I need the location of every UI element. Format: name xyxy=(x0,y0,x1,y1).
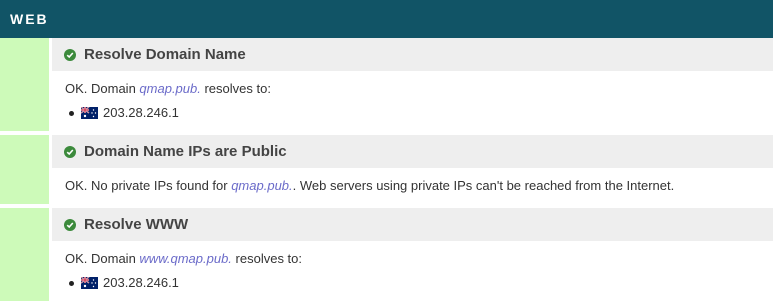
message-prefix: OK. Domain xyxy=(65,81,140,96)
check-content: Resolve WWW OK. Domain www.qmap.pub. res… xyxy=(52,208,773,301)
check-title: Resolve Domain Name xyxy=(84,46,246,63)
ip-list: 203.28.246.1 xyxy=(65,273,761,293)
au-flag-icon xyxy=(81,277,98,289)
check-title-bar[interactable]: Resolve Domain Name xyxy=(52,38,773,71)
check-circle-icon xyxy=(64,48,76,61)
ip-list-item: 203.28.246.1 xyxy=(69,103,761,123)
ip-address: 203.28.246.1 xyxy=(103,275,179,290)
status-bar xyxy=(0,135,49,204)
check-content: Resolve Domain Name OK. Domain qmap.pub.… xyxy=(52,38,773,131)
check-title: Domain Name IPs are Public xyxy=(84,143,287,160)
ip-address: 203.28.246.1 xyxy=(103,105,179,120)
check-circle-icon xyxy=(64,145,76,158)
status-bar xyxy=(0,38,49,131)
check-title-bar[interactable]: Domain Name IPs are Public xyxy=(52,135,773,168)
check-row: Resolve Domain Name OK. Domain qmap.pub.… xyxy=(0,38,773,131)
message-suffix: resolves to: xyxy=(231,251,303,266)
check-row: Domain Name IPs are Public OK. No privat… xyxy=(0,135,773,204)
domain-link[interactable]: qmap.pub. xyxy=(231,178,292,193)
domain-link[interactable]: qmap.pub. xyxy=(139,81,200,96)
check-body: OK. Domain www.qmap.pub. resolves to: 20… xyxy=(52,241,773,301)
check-title-bar[interactable]: Resolve WWW xyxy=(52,208,773,241)
domain-link[interactable]: www.qmap.pub. xyxy=(139,251,232,266)
message-prefix: OK. Domain xyxy=(65,251,140,266)
check-content: Domain Name IPs are Public OK. No privat… xyxy=(52,135,773,204)
au-flag-icon xyxy=(81,107,98,119)
check-message: OK. No private IPs found for qmap.pub.. … xyxy=(65,176,761,196)
check-title: Resolve WWW xyxy=(84,216,189,233)
message-suffix: . Web servers using private IPs can't be… xyxy=(292,178,675,193)
check-body: OK. No private IPs found for qmap.pub.. … xyxy=(52,168,773,204)
section-header: WEB xyxy=(0,0,773,38)
message-suffix: resolves to: xyxy=(200,81,271,96)
check-circle-icon xyxy=(64,218,76,231)
ip-list-item: 203.28.246.1 xyxy=(69,273,761,293)
check-body: OK. Domain qmap.pub. resolves to: 203.28… xyxy=(52,71,773,131)
section-title: WEB xyxy=(10,11,49,27)
checks-list: Resolve Domain Name OK. Domain qmap.pub.… xyxy=(0,38,773,305)
check-message: OK. Domain www.qmap.pub. resolves to: xyxy=(65,249,761,269)
message-prefix: OK. No private IPs found for xyxy=(65,178,232,193)
ip-list: 203.28.246.1 xyxy=(65,103,761,123)
check-message: OK. Domain qmap.pub. resolves to: xyxy=(65,79,761,99)
status-bar xyxy=(0,208,49,301)
check-row: Resolve WWW OK. Domain www.qmap.pub. res… xyxy=(0,208,773,301)
